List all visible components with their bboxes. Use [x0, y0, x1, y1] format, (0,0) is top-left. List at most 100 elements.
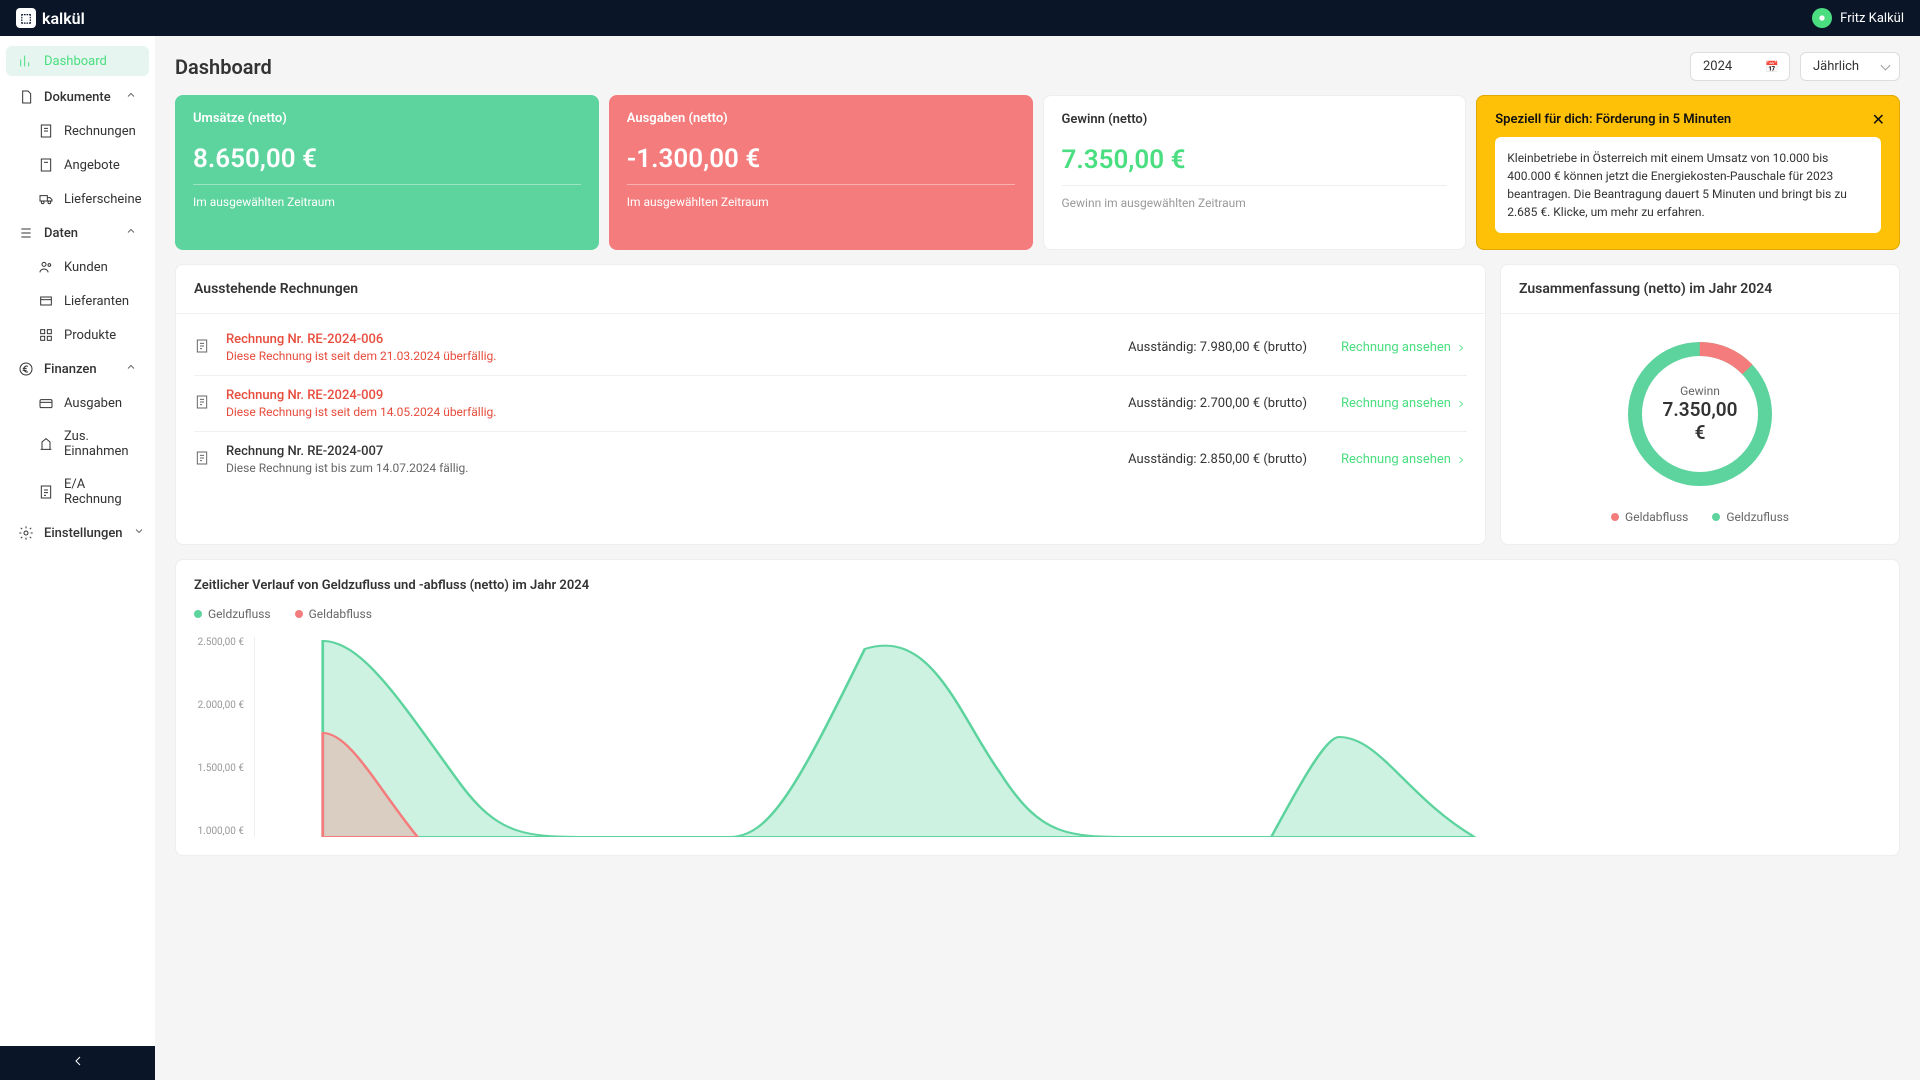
topbar: ⬚ kalkül Fritz Kalkül: [0, 0, 1920, 36]
view-invoice-link[interactable]: Rechnung ansehen: [1341, 452, 1467, 467]
donut-value: 7.350,00 €: [1660, 398, 1740, 444]
sidebar-item-daten[interactable]: Daten: [0, 216, 155, 250]
sidebar-item-kunden[interactable]: Kunden: [0, 250, 155, 284]
sidebar-label: Lieferscheine: [64, 192, 142, 207]
promo-card[interactable]: ✕ Speziell für dich: Förderung in 5 Minu…: [1476, 95, 1900, 250]
invoice-amount: Ausständig: 7.980,00 € (brutto): [1128, 340, 1307, 355]
dot-icon: [1712, 513, 1720, 521]
year-select[interactable]: 2024: [1690, 52, 1790, 81]
legend-inflow: Geldzufluss: [1712, 510, 1789, 524]
y-tick: 1.000,00 €: [194, 826, 244, 837]
legend-outflow: Geldabfluss: [1611, 510, 1688, 524]
promo-title: Speziell für dich: Förderung in 5 Minute…: [1495, 112, 1881, 127]
euro-icon: [18, 361, 34, 377]
truck-icon: [38, 191, 54, 207]
sidebar-label: Kunden: [64, 260, 108, 275]
sidebar-label: Lieferanten: [64, 294, 129, 309]
invoice-icon: [194, 338, 212, 358]
sidebar-item-dashboard[interactable]: Dashboard: [6, 46, 149, 76]
user-menu[interactable]: Fritz Kalkül: [1812, 8, 1904, 28]
summary-card: Zusammenfassung (netto) im Jahr 2024 Gew…: [1500, 264, 1900, 545]
sidebar-label: Rechnungen: [64, 124, 136, 139]
dot-icon: [194, 610, 202, 618]
sidebar: Dashboard Dokumente Rechnungen Angebote …: [0, 36, 155, 1080]
stat-expenses: Ausgaben (netto) -1.300,00 € Im ausgewäh…: [609, 95, 1033, 250]
chevron-up-icon: [125, 89, 137, 105]
chevron-left-icon: [70, 1053, 86, 1073]
sidebar-item-zus-einnahmen[interactable]: Zus. Einnahmen: [0, 420, 155, 468]
timeline-chart-card: Zeitlicher Verlauf von Geldzufluss und -…: [175, 559, 1900, 856]
stat-value: 7.350,00 €: [1062, 145, 1448, 186]
stat-subtitle: Im ausgewählten Zeitraum: [627, 195, 1015, 209]
sidebar-label: Einstellungen: [44, 526, 123, 541]
brand-logo[interactable]: ⬚ kalkül: [16, 8, 85, 28]
stat-value: -1.300,00 €: [627, 144, 1015, 185]
document-icon: [18, 89, 34, 105]
donut-chart: Gewinn 7.350,00 €: [1620, 334, 1780, 494]
invoice-row: Rechnung Nr. RE-2024-007 Diese Rechnung …: [194, 432, 1467, 487]
donut-label: Gewinn: [1660, 384, 1740, 398]
invoice-note: Diese Rechnung ist seit dem 21.03.2024 ü…: [226, 349, 1114, 363]
chevron-down-icon: [133, 525, 145, 541]
stat-subtitle: Im ausgewählten Zeitraum: [193, 195, 581, 209]
invoice-icon: [194, 450, 212, 470]
sidebar-item-lieferanten[interactable]: Lieferanten: [0, 284, 155, 318]
users-icon: [38, 259, 54, 275]
y-tick: 2.500,00 €: [194, 637, 244, 648]
sidebar-item-finanzen[interactable]: Finanzen: [0, 352, 155, 386]
chart-title: Zeitlicher Verlauf von Geldzufluss und -…: [194, 578, 1881, 593]
stat-profit: Gewinn (netto) 7.350,00 € Gewinn im ausg…: [1043, 95, 1467, 250]
report-icon: [38, 484, 54, 500]
stat-revenue: Umsätze (netto) 8.650,00 € Im ausgewählt…: [175, 95, 599, 250]
chart-bar-icon: [18, 53, 34, 69]
sidebar-label: E/A Rechnung: [64, 477, 137, 507]
sidebar-label: Dokumente: [44, 90, 111, 105]
invoice-note: Diese Rechnung ist seit dem 14.05.2024 ü…: [226, 405, 1114, 419]
y-tick: 1.500,00 €: [194, 763, 244, 774]
database-icon: [18, 225, 34, 241]
close-icon[interactable]: ✕: [1872, 110, 1885, 129]
main-content: Dashboard 2024 Jährlich Umsätze (netto) …: [155, 36, 1920, 1080]
card-title: Zusammenfassung (netto) im Jahr 2024: [1501, 265, 1899, 314]
sidebar-label: Produkte: [64, 328, 116, 343]
invoice-icon: [38, 123, 54, 139]
stat-value: 8.650,00 €: [193, 144, 581, 185]
sidebar-item-angebote[interactable]: Angebote: [0, 148, 155, 182]
sidebar-label: Ausgaben: [64, 396, 122, 411]
promo-body: Kleinbetriebe in Österreich mit einem Um…: [1495, 137, 1881, 233]
income-icon: [38, 436, 54, 452]
sidebar-item-produkte[interactable]: Produkte: [0, 318, 155, 352]
sidebar-item-ea-rechnung[interactable]: E/A Rechnung: [0, 468, 155, 516]
stat-title: Umsätze (netto): [193, 111, 581, 126]
invoice-row: Rechnung Nr. RE-2024-006 Diese Rechnung …: [194, 320, 1467, 376]
dot-icon: [1611, 513, 1619, 521]
gear-icon: [18, 525, 34, 541]
period-select[interactable]: Jährlich: [1800, 52, 1900, 81]
sidebar-item-einstellungen[interactable]: Einstellungen: [0, 516, 155, 550]
stat-title: Ausgaben (netto): [627, 111, 1015, 126]
invoice-note: Diese Rechnung ist bis zum 14.07.2024 fä…: [226, 461, 1114, 475]
view-invoice-link[interactable]: Rechnung ansehen: [1341, 340, 1467, 355]
invoice-name: Rechnung Nr. RE-2024-006: [226, 332, 1114, 347]
stat-subtitle: Gewinn im ausgewählten Zeitraum: [1062, 196, 1448, 210]
sidebar-item-rechnungen[interactable]: Rechnungen: [0, 114, 155, 148]
card-title: Ausstehende Rechnungen: [176, 265, 1485, 314]
brand-name: kalkül: [42, 9, 85, 28]
view-invoice-link[interactable]: Rechnung ansehen: [1341, 396, 1467, 411]
sidebar-collapse-button[interactable]: [0, 1046, 155, 1080]
sidebar-item-lieferscheine[interactable]: Lieferscheine: [0, 182, 155, 216]
invoice-amount: Ausständig: 2.850,00 € (brutto): [1128, 452, 1307, 467]
logo-icon: ⬚: [16, 8, 36, 28]
sidebar-label: Zus. Einnahmen: [64, 429, 137, 459]
legend-inflow: Geldzufluss: [194, 607, 271, 621]
sidebar-item-dokumente[interactable]: Dokumente: [0, 80, 155, 114]
y-axis: 2.500,00 €2.000,00 €1.500,00 €1.000,00 €: [194, 637, 254, 837]
sidebar-label: Finanzen: [44, 362, 97, 377]
user-name: Fritz Kalkül: [1840, 11, 1904, 26]
chart-plot: [254, 637, 1881, 837]
invoice-icon: [194, 394, 212, 414]
sidebar-label: Angebote: [64, 158, 120, 173]
avatar-icon: [1812, 8, 1832, 28]
chevron-up-icon: [125, 225, 137, 241]
sidebar-item-ausgaben[interactable]: Ausgaben: [0, 386, 155, 420]
